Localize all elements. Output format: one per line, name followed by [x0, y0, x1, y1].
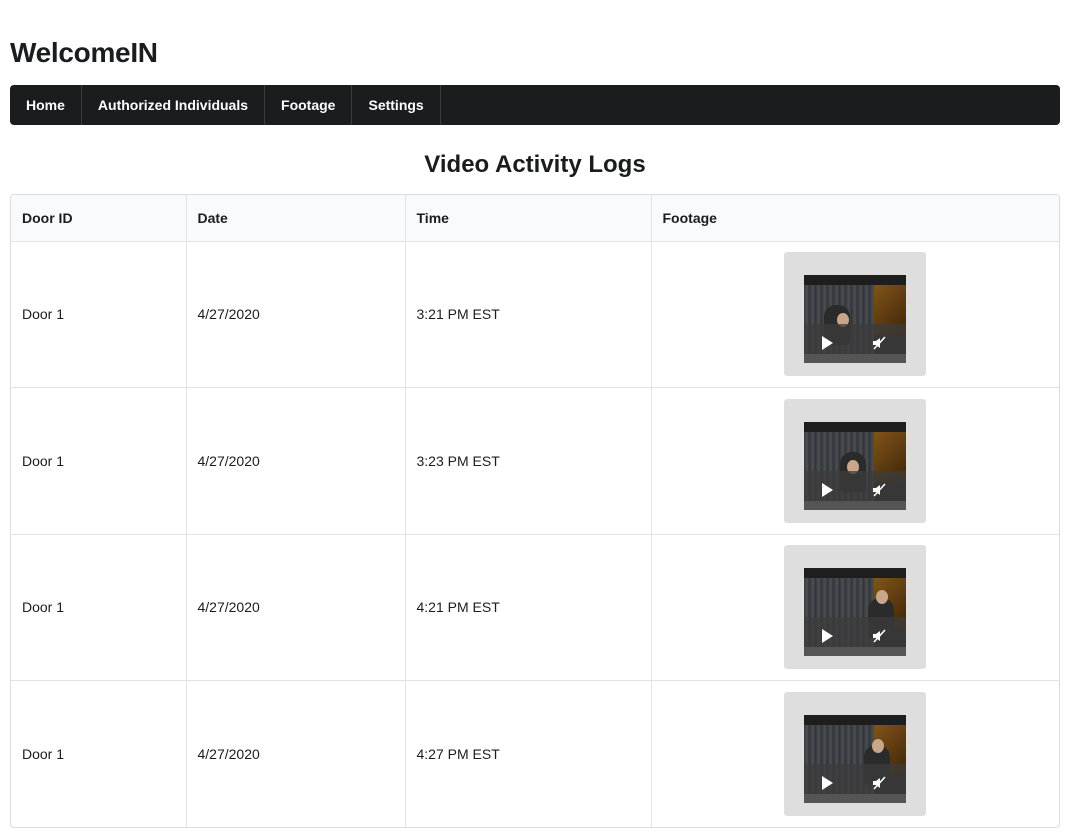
video-controls-bar [804, 764, 907, 794]
footage-cell [650, 241, 1059, 388]
play-icon[interactable] [822, 482, 834, 497]
column-header-time: Time [404, 195, 651, 242]
video-progress-bar[interactable] [804, 647, 907, 657]
page-title: Video Activity Logs [424, 151, 646, 178]
video-player[interactable] [804, 275, 907, 364]
date-cell: 4/27/2020 [185, 241, 405, 388]
video-card [784, 252, 927, 377]
time-cell: 4:27 PM EST [404, 680, 651, 827]
time-cell: 3:21 PM EST [404, 241, 651, 388]
page: WelcomeIN Home Authorized Individuals Fo… [0, 0, 1070, 836]
play-icon[interactable] [822, 629, 834, 644]
mute-icon[interactable] [871, 335, 887, 351]
video-frame-ceiling [804, 275, 907, 286]
video-card [784, 398, 927, 523]
main-navbar: Home Authorized Individuals Footage Sett… [10, 85, 1060, 125]
door-id-cell: Door 1 [11, 533, 186, 681]
play-icon[interactable] [822, 776, 834, 790]
door-id-cell: Door 1 [22, 306, 65, 323]
footage-cell [650, 680, 1059, 827]
footage-cell [650, 533, 1059, 681]
app-title: WelcomeIN [10, 37, 158, 68]
door-id-cell: Door 1 [11, 387, 186, 534]
table-row: Door 1 4/27/2020 3:21 PM EST [11, 241, 1059, 388]
time-cell: 3:23 PM EST [404, 387, 651, 534]
table-header-row: Door ID Date Time Footage [11, 195, 1059, 242]
date-cell: 4/27/2020 [185, 387, 405, 534]
video-frame-ceiling [804, 421, 907, 432]
table-row: Door 1 4/27/2020 4:27 PM EST [11, 680, 1059, 827]
footage-cell [650, 387, 1059, 534]
video-controls-bar [804, 617, 907, 648]
video-progress-bar[interactable] [804, 500, 907, 510]
mute-icon[interactable] [871, 482, 887, 498]
video-progress-bar[interactable] [804, 354, 907, 364]
column-header-date: Date [185, 195, 405, 242]
play-icon[interactable] [822, 336, 834, 351]
video-card [784, 545, 927, 670]
column-header-door-id: Door ID [11, 195, 186, 242]
door-id-cell: Door 1 [11, 680, 186, 827]
nav-item-settings[interactable]: Settings [352, 85, 441, 125]
mute-icon[interactable] [871, 628, 887, 644]
column-header-footage: Footage [650, 195, 1059, 242]
video-progress-bar[interactable] [804, 794, 907, 803]
mute-icon[interactable] [871, 775, 887, 791]
time-cell: 4:21 PM EST [404, 533, 651, 681]
video-card [784, 692, 927, 816]
video-controls-bar [804, 470, 907, 501]
video-frame-ceiling [804, 568, 907, 579]
date-cell: 4/27/2020 [185, 680, 405, 827]
video-player[interactable] [804, 568, 907, 657]
nav-item-home[interactable]: Home [10, 85, 82, 125]
table-row: Door 1 4/27/2020 3:23 PM EST [11, 387, 1059, 534]
video-frame-ceiling [804, 715, 907, 725]
table-row: Door 1 4/27/2020 4:21 PM EST [11, 533, 1059, 681]
activity-log-table: Door ID Date Time Footage Door 1 4/27/20… [10, 194, 1060, 828]
video-controls-bar [804, 324, 907, 355]
video-player[interactable] [804, 421, 907, 510]
video-player[interactable] [804, 715, 907, 803]
nav-item-authorized-individuals[interactable]: Authorized Individuals [82, 85, 266, 125]
date-cell: 4/27/2020 [185, 533, 405, 681]
nav-item-footage[interactable]: Footage [265, 85, 353, 125]
